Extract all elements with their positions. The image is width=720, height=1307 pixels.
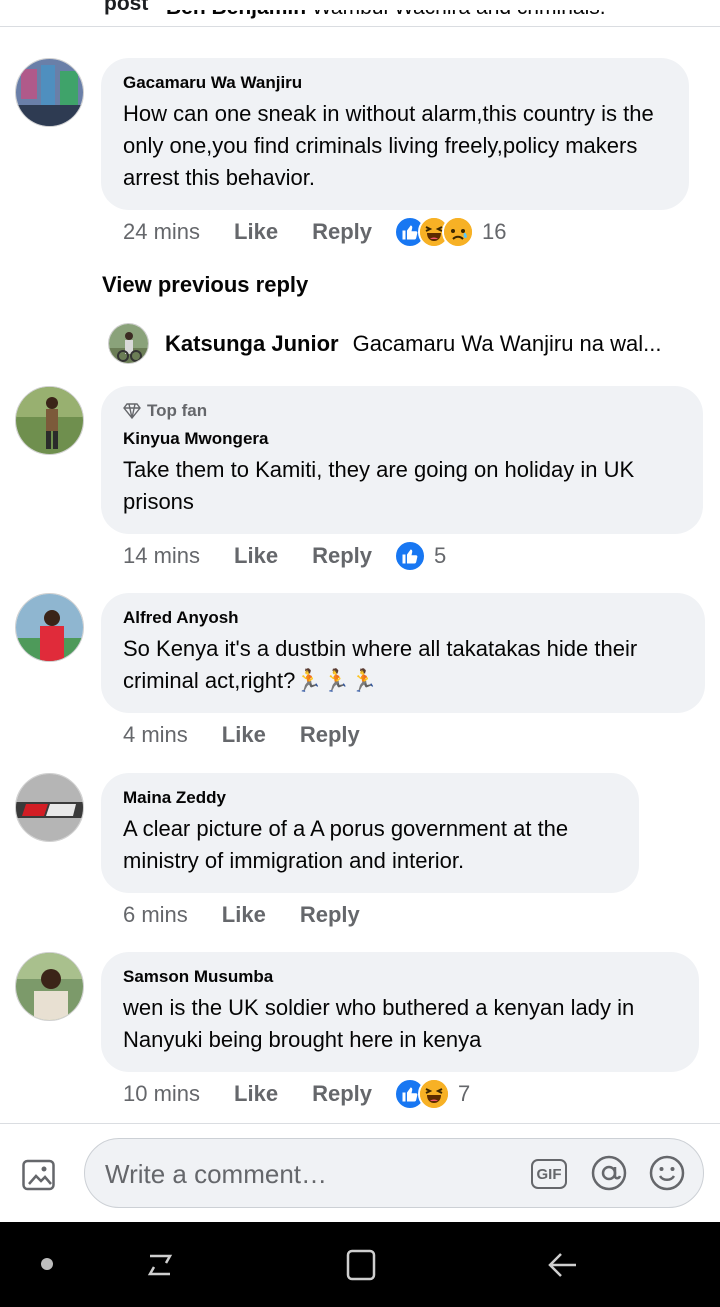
reaction-count: 5 [434,543,447,568]
comment-text: So Kenya it's a dustbin where all takata… [123,636,638,693]
comment-author[interactable]: Maina Zeddy [123,787,617,809]
recents-icon[interactable] [142,1248,178,1282]
comment-timestamp[interactable]: 14 mins [123,543,200,569]
reply-button[interactable]: Reply [312,219,372,245]
comment-author[interactable]: Gacamaru Wa Wanjiru [123,72,667,94]
gif-button[interactable]: GIF [531,1159,567,1189]
sad-icon [442,216,474,248]
like-button[interactable]: Like [234,1081,278,1107]
top-fan-label: Top fan [147,401,208,420]
comment-text: How can one sneak in without alarm,this … [123,101,654,190]
comment-bubble[interactable]: Maina Zeddy A clear picture of a A porus… [101,773,639,893]
clipped-reply-text: Wambui Wachira and criminals. [312,10,606,19]
like-button[interactable]: Like [222,722,266,748]
emoji-icon[interactable] [649,1155,685,1191]
comment-timestamp[interactable]: 24 mins [123,219,200,245]
reply-button[interactable]: Reply [300,722,360,748]
comment-text: Take them to Kamiti, they are going on h… [123,457,635,514]
comment-text: A clear picture of a A porus government … [123,816,569,873]
comment-composer: Write a comment… GIF [0,1124,720,1222]
reaction-count: 16 [482,219,507,244]
diamond-icon [123,403,141,419]
back-icon[interactable] [545,1248,579,1282]
reactions-summary[interactable]: 7 [394,1078,470,1110]
reactions-summary[interactable]: 16 [394,216,506,248]
comment-bubble[interactable]: Alfred Anyosh So Kenya it's a dustbin wh… [101,593,705,713]
home-icon[interactable] [345,1248,377,1282]
top-fan-badge: Top fan [123,400,681,422]
comment-timestamp[interactable]: 4 mins [123,722,188,748]
reactions-summary[interactable]: 5 [394,540,446,572]
comment-timestamp[interactable]: 10 mins [123,1081,200,1107]
haha-icon [418,1078,450,1110]
comment-author[interactable]: Samson Musumba [123,966,677,988]
avatar[interactable] [15,952,84,1021]
clipped-reply-author[interactable]: Ben Benjamin [166,10,306,19]
comment-bubble[interactable]: Gacamaru Wa Wanjiru How can one sneak in… [101,58,689,210]
comment-bubble[interactable]: Top fan Kinyua Mwongera Take them to Kam… [101,386,703,534]
clipped-reply: Ben Benjamin Wambui Wachira and criminal… [108,10,688,36]
comment-bubble[interactable]: Samson Musumba wen is the UK soldier who… [101,952,699,1072]
comment-actions: 10 mins Like Reply 7 [123,1078,470,1110]
reply-button[interactable]: Reply [312,543,372,569]
reply-text: Gacamaru Wa Wanjiru na wal... [352,330,662,356]
avatar[interactable] [15,773,84,842]
reaction-count: 7 [458,1081,471,1106]
avatar[interactable] [15,58,84,127]
comment-timestamp[interactable]: 6 mins [123,902,188,928]
like-button[interactable]: Like [234,219,278,245]
nav-dot-indicator [41,1258,53,1270]
system-navigation-bar [0,1222,720,1307]
photo-icon[interactable] [22,1156,60,1192]
comment-author[interactable]: Alfred Anyosh [123,607,683,629]
mention-icon[interactable] [591,1155,627,1191]
comment-actions: 14 mins Like Reply 5 [123,540,446,572]
avatar[interactable] [108,323,149,364]
reply-button[interactable]: Reply [300,902,360,928]
like-icon [394,540,426,572]
reply-button[interactable]: Reply [312,1081,372,1107]
top-divider [0,26,720,27]
comment-actions: 4 mins Like Reply [123,720,360,750]
avatar[interactable] [15,386,84,455]
comment-text: wen is the UK soldier who buthered a ken… [123,995,635,1052]
view-previous-reply-link[interactable]: View previous reply [102,272,308,298]
like-button[interactable]: Like [222,902,266,928]
avatar[interactable] [15,593,84,662]
comment-input[interactable]: Write a comment… GIF [84,1138,704,1208]
reply-author[interactable]: Katsunga Junior [165,331,339,357]
reply-preview[interactable]: Katsunga Junior Gacamaru Wa Wanjiru na w… [108,323,662,364]
comment-author[interactable]: Kinyua Mwongera [123,428,681,450]
comment-actions: 24 mins Like Reply 16 [123,216,506,248]
like-button[interactable]: Like [234,543,278,569]
comment-actions: 6 mins Like Reply [123,900,360,930]
comment-input-placeholder: Write a comment… [105,1159,328,1189]
